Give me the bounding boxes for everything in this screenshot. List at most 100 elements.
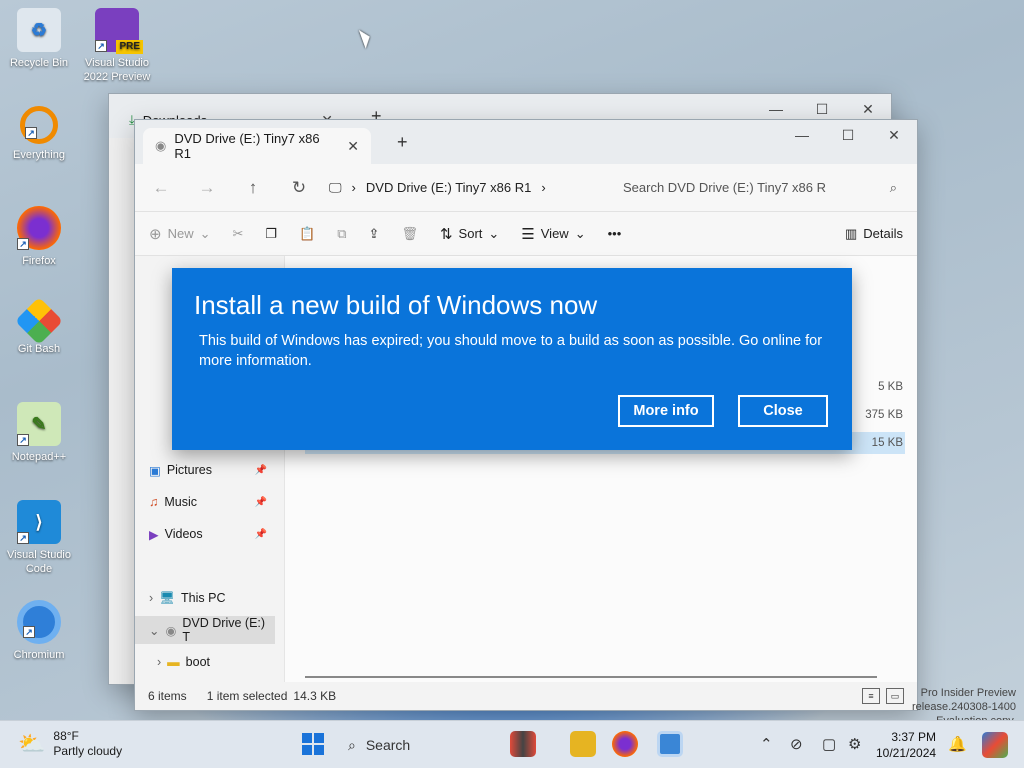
forward-arrow-icon[interactable]: → xyxy=(191,172,223,204)
display-icon[interactable]: ▢ xyxy=(822,735,836,753)
copilot-icon[interactable] xyxy=(982,732,1008,758)
dialog-message: This build of Windows has expired; you s… xyxy=(199,333,823,369)
view-icon: ☰ xyxy=(521,225,535,243)
sort-label: Sort xyxy=(458,226,483,241)
pin-icon: 📌 xyxy=(254,496,267,508)
details-button[interactable]: ▥ Details xyxy=(845,226,903,242)
videos-folder-icon: ▶ xyxy=(149,527,159,542)
desktop-icon-label: Chromium xyxy=(13,649,65,661)
delete-icon[interactable]: 🗑 xyxy=(401,226,418,242)
back-arrow-icon[interactable]: ← xyxy=(145,172,177,204)
dialog-title: Install a new build of Windows now xyxy=(194,290,598,320)
paste-icon[interactable]: 📋 xyxy=(299,226,315,242)
more-info-button[interactable]: More info xyxy=(618,395,714,427)
copy-icon[interactable]: ❐ xyxy=(265,226,277,242)
breadcrumb[interactable]: DVD Drive (E:) Tiny7 x86 R1 xyxy=(366,180,531,195)
clock-date: 10/21/2024 xyxy=(876,746,937,760)
up-arrow-icon[interactable]: ↑ xyxy=(237,172,269,204)
tiles-view-icon[interactable]: ▭ xyxy=(886,688,904,704)
new-tab-button[interactable]: + xyxy=(397,132,408,153)
pin-icon: 📌 xyxy=(254,528,267,540)
desktop-icon-recycle-bin[interactable]: ♻ Recycle Bin xyxy=(0,8,78,70)
close-tab-icon[interactable]: ✕ xyxy=(347,138,359,155)
desktop-icon-vscode[interactable]: ⟩ ↗ Visual Studio Code xyxy=(0,500,78,576)
taskbar-app-icon[interactable] xyxy=(510,731,536,757)
sidebar-item-label: Music xyxy=(164,495,198,509)
clock-time: 3:37 PM xyxy=(891,730,937,744)
desktop-icon-git-bash[interactable]: Git Bash xyxy=(0,296,78,356)
chevron-up-icon[interactable]: ⌃ xyxy=(760,735,773,753)
shortcut-arrow-icon: ↗ xyxy=(23,626,35,638)
search-icon: ⌕ xyxy=(889,179,897,195)
navigation-bar: ← → ↑ ↻ 🖵 › DVD Drive (E:) Tiny7 x86 R1 … xyxy=(135,164,917,212)
desktop-icon-label: Firefox xyxy=(22,255,56,267)
view-button[interactable]: ☰ View ⌄ xyxy=(521,225,585,243)
desktop-icon-visual-studio[interactable]: PRE ↗ Visual Studio 2022 Preview xyxy=(78,8,156,84)
sidebar-item-this-pc[interactable]: › 🖥 This PC xyxy=(135,584,275,612)
weather-description: Partly cloudy xyxy=(53,744,123,758)
sidebar-item-dvd-drive[interactable]: ⌄ ◉ DVD Drive (E:) T xyxy=(135,616,275,644)
sidebar-item-label: Pictures xyxy=(166,463,212,477)
file-size: 5 KB xyxy=(878,381,903,393)
share-icon[interactable]: ⇪ xyxy=(369,226,380,242)
details-view-icon[interactable]: ≡ xyxy=(862,688,880,704)
rename-icon[interactable]: ⧉ xyxy=(337,226,346,242)
sidebar-item-boot[interactable]: › ▬ boot xyxy=(135,648,275,676)
sidebar-item-pictures[interactable]: ▣ Pictures 📌 xyxy=(135,456,275,484)
address-bar[interactable]: 🖵 › DVD Drive (E:) Tiny7 x86 R1 › xyxy=(329,172,599,204)
search-icon: ⌕ xyxy=(348,736,356,753)
weather-widget[interactable]: ⛅ 88°F Partly cloudy xyxy=(18,729,122,759)
details-label: Details xyxy=(863,226,903,241)
start-button[interactable] xyxy=(302,733,324,755)
visual-studio-icon: PRE ↗ xyxy=(95,8,143,54)
file-size: 375 KB xyxy=(865,409,903,421)
status-bar: 6 items 1 item selected 14.3 KB ≡ ▭ xyxy=(135,682,917,710)
firefox-taskbar-icon[interactable] xyxy=(612,731,638,757)
clock[interactable]: 3:37 PM 10/21/2024 xyxy=(876,729,936,761)
sidebar-item-label: Videos xyxy=(164,527,203,541)
close-button[interactable]: Close xyxy=(738,395,828,427)
more-options-button[interactable]: ••• xyxy=(608,226,622,241)
chevron-right-icon: › xyxy=(157,655,162,669)
minimize-button[interactable]: — xyxy=(779,120,825,150)
desktop-icon-notepad-plus-plus[interactable]: ✎ ↗ Notepad++ xyxy=(0,402,78,464)
cut-icon[interactable]: ✂ xyxy=(233,226,244,242)
desktop-icon-chromium[interactable]: ↗ Chromium xyxy=(0,600,78,662)
horizontal-scrollbar[interactable] xyxy=(305,676,877,678)
sort-button[interactable]: ⇅ Sort ⌄ xyxy=(440,225,499,243)
desktop-icon-firefox[interactable]: ↗ Firefox xyxy=(0,206,78,268)
new-button[interactable]: ⊕ New ⌄ xyxy=(149,225,211,243)
sidebar-item-label: This PC xyxy=(181,591,226,605)
desktop-icon-label: Notepad++ xyxy=(11,451,67,463)
view-label: View xyxy=(540,226,569,241)
close-button[interactable]: ✕ xyxy=(871,120,917,150)
settings-icon[interactable]: ⚙ xyxy=(848,735,861,753)
pictures-folder-icon: ▣ xyxy=(149,463,161,478)
sidebar-item-videos[interactable]: ▶ Videos 📌 xyxy=(135,520,275,548)
desktop-icon-label: Recycle Bin xyxy=(9,57,69,69)
search-input[interactable]: Search DVD Drive (E:) Tiny7 x86 R ⌕ xyxy=(613,171,907,204)
taskbar-window-icon[interactable] xyxy=(657,731,683,757)
this-pc-icon: 🖥 xyxy=(159,590,176,605)
chevron-down-icon: ⌄ xyxy=(574,225,586,241)
network-icon[interactable]: ⊘ xyxy=(790,735,803,753)
tab-dvd-drive[interactable]: ◉ DVD Drive (E:) Tiny7 x86 R1 ✕ xyxy=(143,128,371,164)
item-count: 6 items xyxy=(148,689,187,703)
chromium-icon: ↗ xyxy=(17,600,61,644)
desktop-icon-label: Visual Studio 2022 Preview xyxy=(83,57,151,83)
file-explorer-icon[interactable] xyxy=(570,731,596,757)
shortcut-arrow-icon: ↗ xyxy=(95,40,107,52)
notification-bell-icon[interactable]: 🔔 xyxy=(948,735,967,753)
plus-circle-icon: ⊕ xyxy=(149,225,162,243)
details-pane-icon: ▥ xyxy=(844,225,858,241)
tab-bar: ◉ DVD Drive (E:) Tiny7 x86 R1 ✕ + — ☐ ✕ xyxy=(135,120,917,164)
maximize-button[interactable]: ☐ xyxy=(825,120,871,150)
desktop-icon-everything[interactable]: ↗ Everything xyxy=(0,106,78,162)
chevron-down-icon: ⌄ xyxy=(149,623,160,638)
command-bar: ⊕ New ⌄ ✂ ❐ 📋 ⧉ ⇪ 🗑 ⇅ Sort ⌄ ☰ View ⌄ ••… xyxy=(135,212,917,256)
dvd-drive-icon: ◉ xyxy=(165,623,177,638)
sidebar-item-music[interactable]: ♫ Music 📌 xyxy=(135,488,275,516)
refresh-icon[interactable]: ↻ xyxy=(283,172,315,204)
sidebar-item-label: DVD Drive (E:) T xyxy=(182,616,266,644)
new-label: New xyxy=(167,226,194,241)
